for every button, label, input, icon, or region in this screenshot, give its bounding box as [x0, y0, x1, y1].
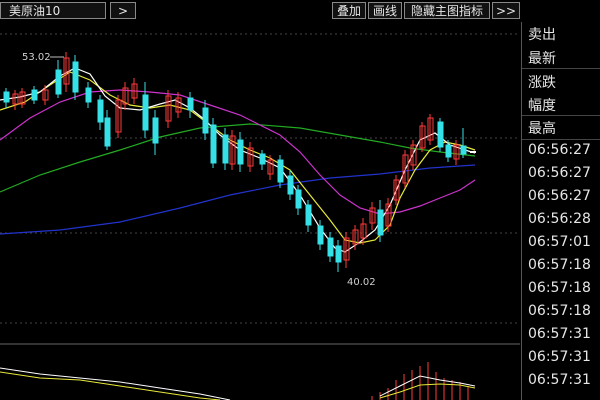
amplitude-label: 幅度: [528, 98, 556, 114]
latest-label: 最新: [528, 51, 556, 67]
quote-panel: 卖出 最新 涨跌 幅度 最高 06:56:27 06:56:27 06:56:2…: [521, 22, 600, 400]
trade-time: 06:56:28: [528, 211, 591, 227]
kline-chart[interactable]: 53.02 40.02: [0, 22, 520, 400]
panel-separator: [522, 68, 600, 69]
toolbar-more-button[interactable]: >>: [492, 2, 520, 19]
hide-indicators-button[interactable]: 隐藏主图指标: [404, 2, 490, 19]
high-price-label: 53.02: [22, 52, 51, 63]
indicator-panel: [0, 362, 476, 400]
trade-time: 06:56:27: [528, 165, 591, 181]
symbol-more-button[interactable]: >: [110, 2, 136, 19]
overlay-button[interactable]: 叠加: [332, 2, 366, 19]
high-label: 最高: [528, 121, 556, 137]
sell-label: 卖出: [528, 27, 556, 43]
symbol-button[interactable]: 美原油10: [0, 2, 106, 19]
trade-time: 06:57:31: [528, 372, 591, 388]
trade-time: 06:57:18: [528, 303, 591, 319]
trade-time: 06:57:31: [528, 326, 591, 342]
panel-separator: [522, 139, 600, 140]
ma-blue-line: [0, 164, 476, 235]
low-price-label: 40.02: [347, 277, 376, 288]
toolbar: 美原油10 > 叠加 画线 隐藏主图指标 >>: [0, 0, 600, 22]
trade-time: 06:56:27: [528, 142, 591, 158]
panel-separator: [522, 115, 600, 116]
trade-time: 06:56:27: [528, 188, 591, 204]
candlesticks: [3, 52, 476, 272]
trade-time: 06:57:01: [528, 234, 591, 250]
trade-time: 06:57:31: [528, 349, 591, 365]
draw-line-button[interactable]: 画线: [368, 2, 402, 19]
trade-time: 06:57:18: [528, 257, 591, 273]
trade-time: 06:57:18: [528, 280, 591, 296]
change-label: 涨跌: [528, 75, 556, 91]
